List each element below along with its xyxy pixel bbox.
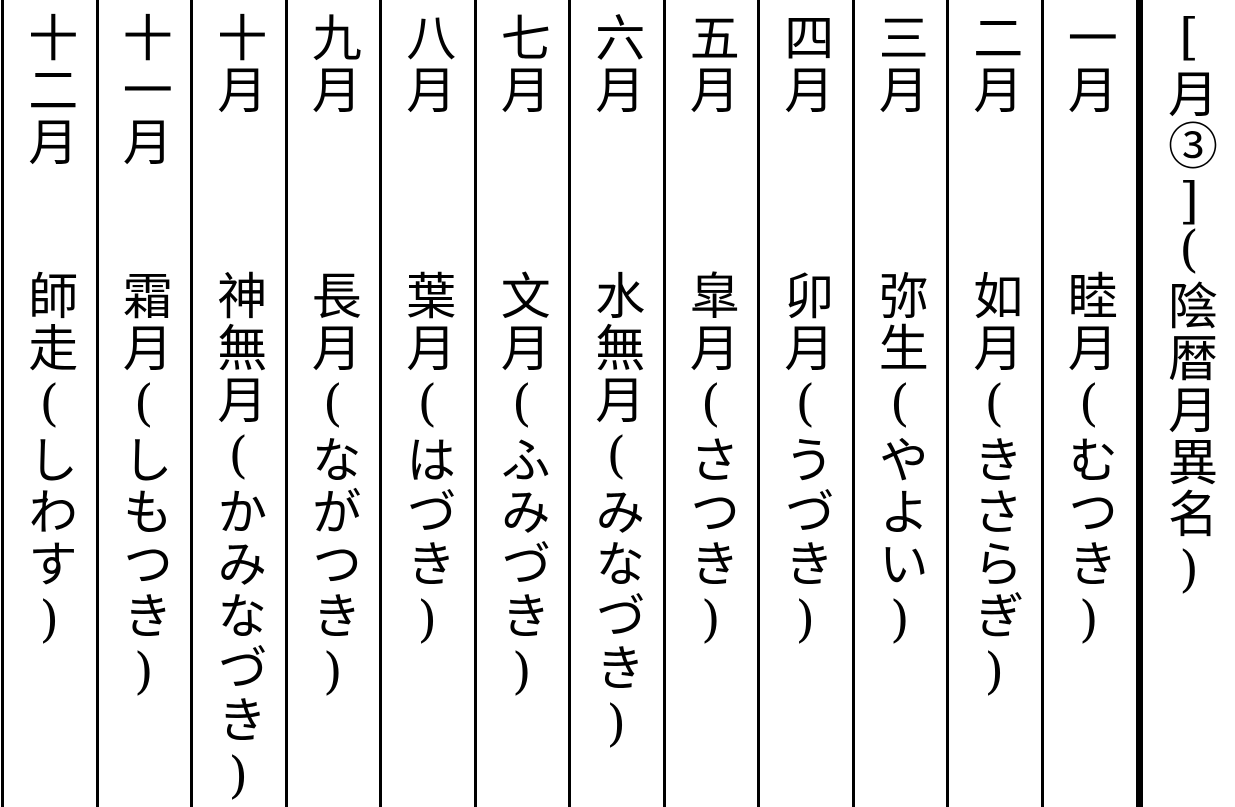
month-old-name: 水無月(みなづき) (587, 270, 646, 754)
month-old-name: 神無月(かみなづき) (209, 270, 268, 806)
month-number: 七月 (492, 12, 551, 116)
month-column: 十一月霜月(しもつき) (97, 0, 192, 807)
sheet-title: [月③] (1160, 8, 1218, 232)
month-old-name: 睦月(むつき) (1059, 270, 1118, 650)
month-column: 二月如月(きさらぎ) (947, 0, 1042, 807)
month-old-name: 皐月(さつき) (681, 270, 740, 650)
month-old-name: 文月(ふみづき) (492, 270, 551, 702)
month-number: 五月 (681, 12, 740, 116)
month-column: 四月卯月(うづき) (758, 0, 853, 807)
month-number: 三月 (870, 12, 929, 116)
month-column: 六月水無月(みなづき) (569, 0, 664, 807)
month-column: 五月皐月(さつき) (664, 0, 759, 807)
month-old-name: 霜月(しもつき) (114, 270, 173, 702)
month-old-name: 師走(しわす) (20, 270, 79, 650)
month-number: 一月 (1059, 12, 1118, 116)
month-old-name: 卯月(うづき) (776, 270, 835, 650)
month-columns: 一月 睦月(むつき) 二月 如月(きさらぎ) 三月 弥生(やよい) 四月 卯月(うづき) 五月皐… (0, 0, 1136, 807)
month-column: 一月睦月(むつき) (1042, 0, 1137, 807)
header-column: [月③] (陰暦月異名) (1143, 0, 1235, 807)
month-old-name: 弥生(やよい) (870, 270, 929, 650)
month-old-name: 長月(ながつき) (303, 270, 362, 702)
header-divider (1136, 0, 1143, 807)
month-column: 八月葉月(はづき) (380, 0, 475, 807)
month-number: 十月 (209, 12, 268, 116)
sheet-subtitle: (陰暦月異名) (1160, 220, 1218, 600)
month-number: 十二月 (20, 12, 79, 168)
month-column: 十二月師走(しわす) (2, 0, 97, 807)
month-number: 十一月 (114, 12, 173, 168)
month-column: 九月長月(ながつき) (286, 0, 381, 807)
month-old-name: 如月(きさらぎ) (965, 270, 1024, 702)
month-number: 六月 (587, 12, 646, 116)
month-number: 九月 (303, 12, 362, 116)
month-number: 二月 (965, 12, 1024, 116)
month-number: 八月 (398, 12, 457, 116)
month-names-sheet: [月③] (陰暦月異名) 一月 睦月(むつき) 二月 如月(きさらぎ) 三月 弥生(やよい… (0, 0, 1235, 807)
month-old-name: 葉月(はづき) (398, 270, 457, 650)
month-column: 三月弥生(やよい) (853, 0, 948, 807)
column-divider (1, 0, 4, 807)
month-column: 七月文月(ふみづき) (475, 0, 570, 807)
month-number: 四月 (776, 12, 835, 116)
month-column: 十月神無月(かみなづき) (191, 0, 286, 807)
